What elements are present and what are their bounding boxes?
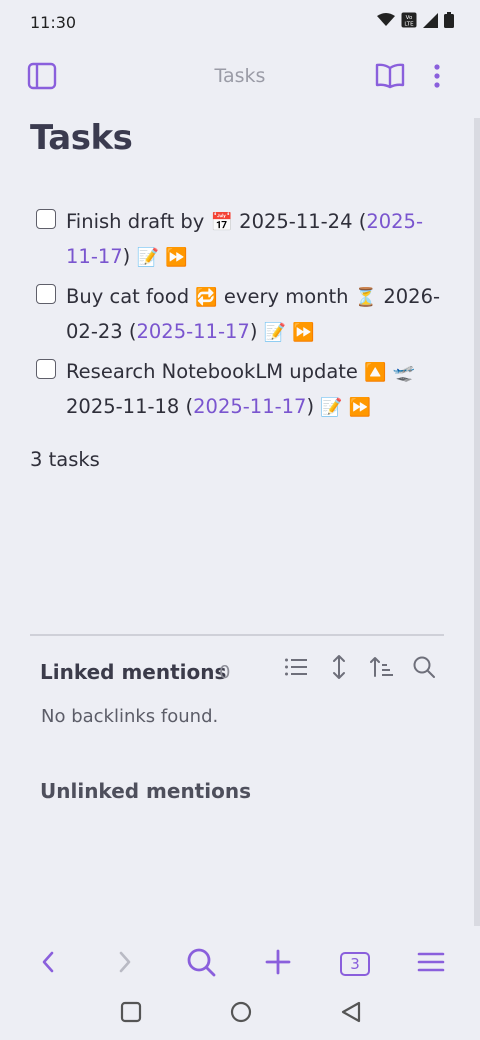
- divider: [30, 634, 444, 636]
- system-navigation-bar: [0, 994, 480, 1034]
- search-icon: [186, 947, 216, 981]
- sort-button[interactable]: [369, 656, 395, 682]
- wifi-icon: [377, 13, 395, 27]
- battery-icon: [444, 12, 454, 28]
- volte-icon: Vo LTE: [401, 12, 417, 28]
- triangle-back-icon: [340, 1001, 362, 1027]
- sort-ascending-icon: [370, 656, 394, 682]
- hamburger-menu-icon: [417, 951, 445, 977]
- page-title: Tasks: [30, 118, 133, 158]
- tab-count: 3: [340, 952, 370, 976]
- linked-mentions-count: 0: [219, 662, 231, 683]
- search-button[interactable]: [183, 946, 219, 982]
- repeat-icon: 🔁: [195, 287, 218, 308]
- unlinked-mentions-title[interactable]: Unlinked mentions: [40, 779, 251, 803]
- bottom-toolbar: 3: [0, 936, 480, 992]
- forward-button[interactable]: [107, 946, 143, 982]
- svg-text:LTE: LTE: [404, 22, 414, 28]
- book-open-icon: [375, 63, 405, 93]
- due-date: 2025-11-24: [239, 210, 353, 233]
- chevron-right-icon: [118, 950, 132, 978]
- recurrence-text: every month: [223, 285, 349, 308]
- system-back-button[interactable]: [337, 1000, 365, 1028]
- start-date: 2025-11-18: [66, 395, 180, 418]
- home-button[interactable]: [227, 1000, 255, 1028]
- recent-apps-button[interactable]: [117, 1000, 145, 1028]
- list-icon: [284, 657, 308, 681]
- collapse-results-button[interactable]: [283, 656, 309, 682]
- task-checkbox[interactable]: [36, 284, 56, 304]
- tabs-button[interactable]: 3: [337, 946, 373, 982]
- header-title: Tasks: [214, 65, 266, 87]
- calendar-icon: 📅: [210, 212, 233, 233]
- task-text: Research NotebookLM update: [66, 360, 358, 383]
- task-checkbox[interactable]: [36, 359, 56, 379]
- status-bar: 11:30 Vo LTE: [0, 0, 480, 44]
- search-backlinks-button[interactable]: [411, 656, 437, 682]
- reading-view-button[interactable]: [374, 62, 406, 94]
- no-backlinks-message: No backlinks found.: [41, 706, 219, 727]
- task-text: Finish draft by: [66, 210, 205, 233]
- task-checkbox[interactable]: [36, 209, 56, 229]
- circle-icon: [230, 1001, 252, 1027]
- vertical-arrows-icon: [331, 654, 347, 684]
- more-options-button[interactable]: [421, 62, 453, 94]
- square-icon: [120, 1001, 142, 1027]
- memo-icon[interactable]: 📝: [320, 397, 342, 418]
- show-more-context-button[interactable]: [326, 654, 352, 684]
- date-link[interactable]: 2025-11-17: [136, 320, 249, 343]
- task-text: Buy cat food: [66, 285, 190, 308]
- menu-button[interactable]: [413, 946, 449, 982]
- search-icon: [412, 655, 436, 683]
- task-count: 3 tasks: [30, 448, 100, 471]
- task-item: Buy cat food 🔁 every month ⏳ 2026-02-23 …: [36, 280, 446, 350]
- svg-text:Vo: Vo: [406, 15, 413, 21]
- fast-forward-icon[interactable]: ⏩: [349, 397, 371, 418]
- task-list: Finish draft by 📅 2025-11-24 (2025-11-17…: [36, 205, 446, 430]
- app-header: Tasks: [0, 50, 480, 106]
- more-vertical-icon: [433, 64, 441, 92]
- plus-icon: [265, 949, 291, 979]
- fast-forward-icon[interactable]: ⏩: [292, 322, 314, 343]
- status-time: 11:30: [30, 13, 77, 32]
- signal-icon: [423, 12, 438, 28]
- airplane-departure-icon: 🛫: [392, 362, 416, 383]
- hourglass-icon: ⏳: [354, 287, 378, 308]
- memo-icon[interactable]: 📝: [136, 247, 158, 268]
- memo-icon[interactable]: 📝: [264, 322, 286, 343]
- back-button[interactable]: [30, 946, 66, 982]
- date-link[interactable]: 2025-11-17: [193, 395, 306, 418]
- chevron-left-icon: [41, 950, 55, 978]
- task-item: Research NotebookLM update 🔼 🛫 2025-11-1…: [36, 355, 446, 425]
- new-note-button[interactable]: [260, 946, 296, 982]
- task-item: Finish draft by 📅 2025-11-24 (2025-11-17…: [36, 205, 446, 275]
- priority-up-icon: 🔼: [364, 362, 387, 383]
- status-icons: Vo LTE: [377, 12, 454, 28]
- scrollbar[interactable]: [474, 118, 480, 926]
- fast-forward-icon[interactable]: ⏩: [165, 247, 187, 268]
- linked-mentions-title[interactable]: Linked mentions: [40, 660, 226, 684]
